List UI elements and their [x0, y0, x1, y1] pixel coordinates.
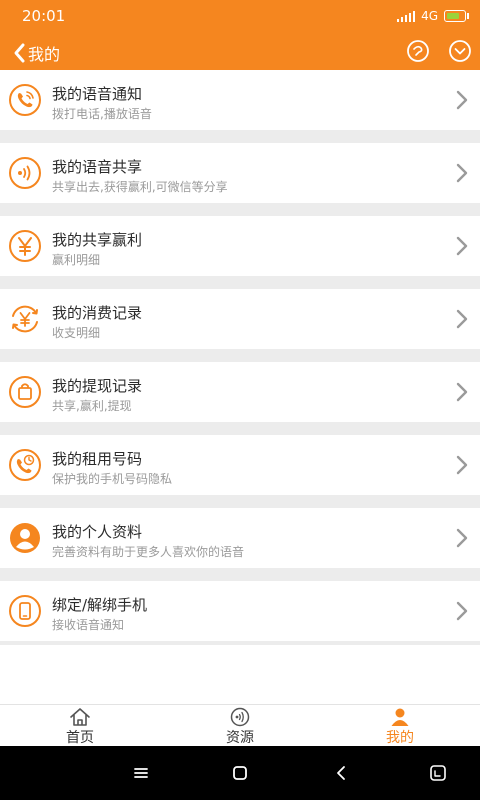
chevron-right-icon: [456, 90, 468, 110]
menu-item-subtitle: 保护我的手机号码隐私: [52, 472, 173, 486]
menu-item-title: 我的共享赢利: [52, 231, 143, 249]
network-type: 4G: [421, 9, 438, 23]
mobile-phone-icon: [9, 595, 41, 627]
menu-item-subtitle: 共享出去,获得赢利,可微信等分享: [52, 180, 228, 194]
system-nav-bar: [0, 746, 480, 800]
menu-item-title: 绑定/解绑手机: [52, 596, 148, 614]
app-header: 我的: [0, 34, 480, 70]
sound-waves-icon: [9, 157, 41, 189]
chevron-right-icon: [456, 601, 468, 621]
menu-item-title: 我的租用号码: [52, 450, 143, 468]
person-icon: [10, 523, 40, 553]
home-icon: [70, 708, 90, 726]
battery-icon: [444, 10, 469, 22]
menu-item-title: 我的提现记录: [52, 377, 143, 395]
menu-item-subtitle: 共享,赢利,提现: [52, 399, 132, 413]
menu-item-voice-notification[interactable]: 我的语音通知 拨打电话,播放语音: [0, 70, 480, 130]
menu-item-title: 我的个人资料: [52, 523, 143, 541]
chevron-down-circle-icon[interactable]: [448, 39, 472, 63]
chevron-right-icon: [456, 528, 468, 548]
phone-clock-icon: [9, 449, 41, 481]
tab-label: 我的: [386, 730, 414, 746]
menu-item-subtitle: 拨打电话,播放语音: [52, 107, 152, 121]
back-icon[interactable]: [329, 761, 353, 785]
phone-icon: [9, 84, 41, 116]
signal-icon: [397, 10, 416, 22]
menu-item-voice-sharing[interactable]: 我的语音共享 共享出去,获得赢利,可微信等分享: [0, 143, 480, 203]
menu-item-subtitle: 接收语音通知: [52, 618, 125, 632]
menu-item-subtitle: 收支明细: [52, 326, 101, 340]
menu-item-title: 我的语音通知: [52, 85, 143, 103]
menu-item-rented-numbers[interactable]: 我的租用号码 保护我的手机号码隐私: [0, 435, 480, 495]
menu-item-sharing-profit[interactable]: 我的共享赢利 赢利明细: [0, 216, 480, 276]
home-button-icon[interactable]: [228, 761, 252, 785]
tab-label: 资源: [226, 730, 254, 746]
tab-resources[interactable]: 资源: [160, 705, 320, 747]
status-time: 20:01: [22, 7, 66, 25]
chevron-right-icon: [456, 382, 468, 402]
menu-item-withdrawal-records[interactable]: 我的提现记录 共享,赢利,提现: [0, 362, 480, 422]
menu-item-title: 我的消费记录: [52, 304, 143, 322]
shopping-bag-icon: [9, 376, 41, 408]
person-icon: [391, 708, 409, 726]
bottom-tab-bar: 首页 资源 我的: [0, 704, 480, 747]
menu-item-consumption-records[interactable]: 我的消费记录 收支明细: [0, 289, 480, 349]
menu-icon[interactable]: [129, 761, 153, 785]
chat-bubble-icon[interactable]: [406, 39, 430, 63]
list-footer-space: [0, 645, 480, 704]
yen-icon: [9, 230, 41, 262]
tab-home[interactable]: 首页: [0, 705, 160, 747]
tab-label: 首页: [66, 730, 94, 746]
menu-item-bind-phone[interactable]: 绑定/解绑手机 接收语音通知: [0, 581, 480, 641]
yen-exchange-icon: [12, 305, 38, 333]
sound-waves-icon: [230, 707, 250, 727]
recent-apps-icon[interactable]: [426, 761, 450, 785]
tab-mine[interactable]: 我的: [320, 705, 480, 747]
chevron-right-icon: [456, 309, 468, 329]
menu-item-subtitle: 完善资料有助于更多人喜欢你的语音: [52, 545, 245, 559]
chevron-right-icon: [456, 163, 468, 183]
page-title: 我的: [28, 45, 61, 64]
status-bar: 20:01 4G: [0, 0, 480, 34]
chevron-right-icon: [456, 236, 468, 256]
chevron-right-icon: [456, 455, 468, 475]
menu-item-personal-info[interactable]: 我的个人资料 完善资料有助于更多人喜欢你的语音: [0, 508, 480, 568]
status-indicators: 4G: [397, 9, 469, 23]
menu-item-title: 我的语音共享: [52, 158, 143, 176]
menu-item-subtitle: 赢利明细: [52, 253, 101, 267]
